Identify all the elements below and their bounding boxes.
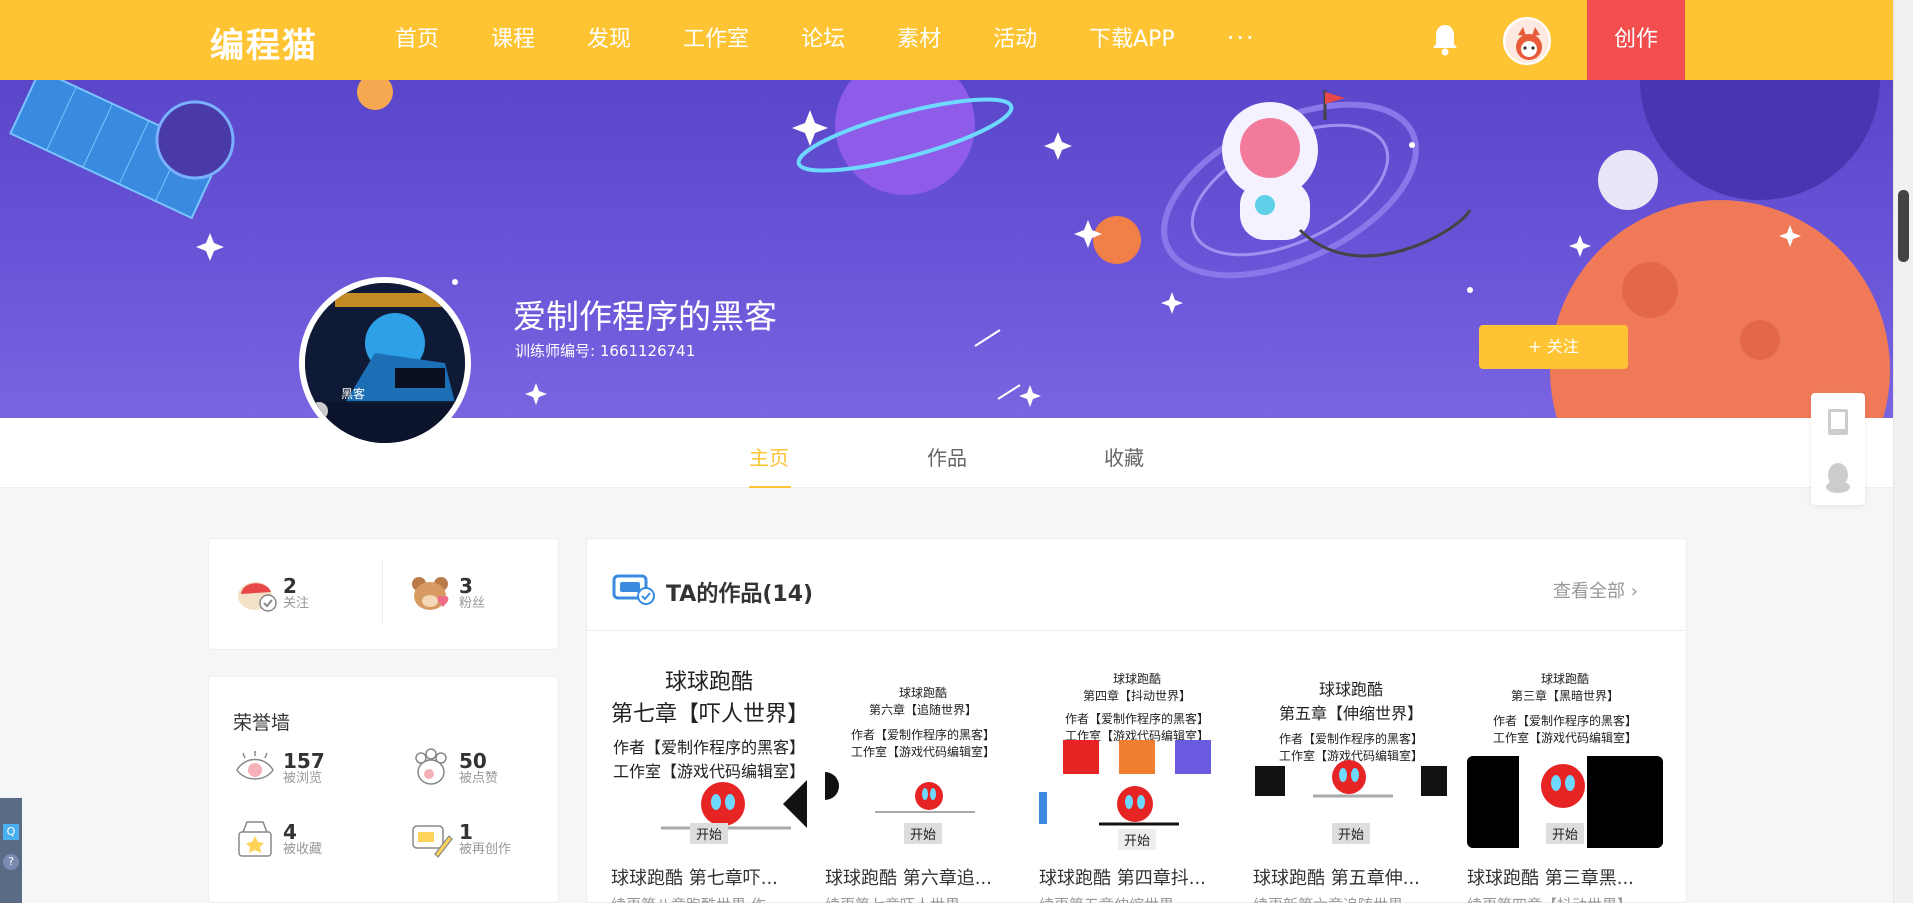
side-float-panel: [1811, 393, 1865, 505]
remix-pen-icon: [412, 825, 453, 858]
search-icon[interactable]: Q: [3, 824, 19, 840]
collects-count: 4: [283, 819, 297, 844]
likes-stat: 50 被点赞: [409, 748, 498, 788]
nav-events[interactable]: 活动: [993, 0, 1037, 80]
remix-stat: 1 被再创作: [409, 818, 511, 860]
qq-icon[interactable]: [1811, 453, 1865, 509]
work-card[interactable]: 球球跑酷 第七章【吓人世界】 作者【爱制作程序的黑客】 工作室【游戏代码编辑室】…: [611, 660, 807, 903]
remix-label: 被再创作: [459, 841, 512, 857]
work-title: 球球跑酷 第三章黑...: [1467, 868, 1634, 889]
work-description: 续更第八章跑酷世界 作: [611, 894, 807, 903]
nav-more-icon[interactable]: ···: [1227, 0, 1256, 80]
top-navbar: 编程猫 首页 课程 发现 工作室 论坛 素材 活动 下载APP ··· 创作: [0, 0, 1893, 80]
create-button[interactable]: 创作: [1587, 0, 1685, 80]
profile-tabs: 主页 作品 收藏: [0, 418, 1893, 488]
paw-like-icon: [415, 748, 447, 785]
collects-label: 被收藏: [283, 841, 323, 857]
scrollbar-thumb[interactable]: [1898, 190, 1909, 262]
remix-count: 1: [459, 819, 473, 844]
nav-home[interactable]: 首页: [395, 0, 439, 80]
tablet-icon[interactable]: [1811, 393, 1865, 449]
nav-forum[interactable]: 论坛: [801, 0, 845, 80]
views-count: 157: [283, 748, 325, 773]
avatar-caption: 黑客: [341, 387, 366, 401]
profile-name: 爱制作程序的黑客: [513, 297, 777, 336]
work-title: 球球跑酷 第四章抖...: [1039, 868, 1206, 889]
tab-works[interactable]: 作品: [927, 442, 967, 471]
likes-label: 被点赞: [459, 770, 499, 786]
tab-collections[interactable]: 收藏: [1104, 442, 1144, 471]
work-title: 球球跑酷 第五章伸...: [1253, 868, 1420, 889]
work-thumbnail: 球球跑酷 第五章【伸缩世界】 作者【爱制作程序的黑客】 工作室【游戏代码编辑室】…: [1253, 660, 1449, 854]
work-card[interactable]: 球球跑酷 第三章【黑暗世界】 作者【爱制作程序的黑客】 工作室【游戏代码编辑室】…: [1467, 660, 1663, 903]
profile-avatar[interactable]: 黑客: [299, 277, 471, 449]
nav-materials[interactable]: 素材: [897, 0, 941, 80]
social-divider: [382, 560, 383, 624]
fans-count: 3: [459, 573, 473, 598]
work-title: 球球跑酷 第六章追...: [825, 868, 992, 889]
following-stat[interactable]: 2 关注: [235, 572, 309, 614]
work-title: 球球跑酷 第七章吓...: [611, 868, 778, 889]
work-description: 续更第七章吓人世界: [825, 894, 1021, 903]
start-label: 开始: [1117, 829, 1157, 850]
nav-courses[interactable]: 课程: [491, 0, 535, 80]
main-nav: 首页 课程 发现 工作室 论坛 素材 活动 下载APP ···: [395, 0, 1256, 80]
collects-stat: 4 被收藏: [233, 818, 322, 860]
work-thumbnail: 球球跑酷 第四章【抖动世界】 作者【爱制作程序的黑客】 工作室【游戏代码编辑室】…: [1039, 660, 1235, 854]
likes-count: 50: [459, 748, 487, 773]
views-label: 被浏览: [283, 770, 323, 786]
work-thumbnail: 球球跑酷 第七章【吓人世界】 作者【爱制作程序的黑客】 工作室【游戏代码编辑室】…: [611, 660, 807, 854]
following-label: 关注: [283, 595, 310, 611]
work-card[interactable]: 球球跑酷 第五章【伸缩世界】 作者【爱制作程序的黑客】 工作室【游戏代码编辑室】…: [1253, 660, 1449, 903]
start-label: 开始: [1545, 823, 1585, 844]
works-separator: [587, 630, 1686, 631]
work-description: 续更第五章伸缩世界: [1039, 894, 1235, 903]
nav-studio[interactable]: 工作室: [683, 0, 749, 80]
work-thumbnail: 球球跑酷 第六章【追随世界】 作者【爱制作程序的黑客】 工作室【游戏代码编辑室】…: [825, 660, 1021, 854]
start-label: 开始: [1331, 823, 1371, 844]
page-scrollbar[interactable]: [1893, 0, 1913, 903]
eye-icon: [236, 751, 274, 780]
views-stat: 157 被浏览: [233, 748, 325, 788]
start-label: 开始: [689, 823, 729, 844]
fans-label: 粉丝: [459, 595, 486, 611]
work-card[interactable]: 球球跑酷 第六章【追随世界】 作者【爱制作程序的黑客】 工作室【游戏代码编辑室】…: [825, 660, 1021, 903]
profile-banner: 爱制作程序的黑客 训练师编号: 1661126741 + 关注: [0, 80, 1893, 418]
works-title: TA的作品(14): [666, 582, 814, 607]
tab-home[interactable]: 主页: [749, 442, 789, 471]
left-tool-widget[interactable]: Q ?: [0, 798, 22, 903]
trainer-id: 训练师编号: 1661126741: [515, 342, 696, 360]
following-count: 2: [283, 573, 297, 598]
chevron-right-icon: ›: [1625, 581, 1638, 602]
fans-stat[interactable]: 3 粉丝: [409, 572, 485, 614]
view-all-link[interactable]: 查看全部 ›: [1553, 577, 1638, 603]
user-avatar[interactable]: [1503, 17, 1551, 65]
fans-icon: [412, 577, 449, 610]
follow-button[interactable]: + 关注: [1479, 325, 1628, 369]
work-description: 续更新第六章追随世界: [1253, 894, 1449, 903]
following-icon: [238, 582, 277, 612]
work-card[interactable]: 球球跑酷 第四章【抖动世界】 作者【爱制作程序的黑客】 工作室【游戏代码编辑室】…: [1039, 660, 1235, 903]
nav-discover[interactable]: 发现: [587, 0, 631, 80]
work-thumbnail: 球球跑酷 第三章【黑暗世界】 作者【爱制作程序的黑客】 工作室【游戏代码编辑室】…: [1467, 660, 1663, 854]
start-label: 开始: [903, 823, 943, 844]
nav-download-app[interactable]: 下载APP: [1089, 0, 1175, 80]
honor-title: 荣誉墙: [233, 712, 291, 734]
help-icon[interactable]: ?: [3, 854, 19, 870]
active-tab-indicator: [749, 486, 791, 488]
bell-icon[interactable]: [1430, 22, 1460, 56]
work-description: 续更第四章【抖动世界】: [1467, 894, 1663, 903]
collect-box-icon: [238, 821, 272, 857]
site-logo[interactable]: 编程猫: [210, 18, 318, 67]
works-icon: [612, 574, 655, 605]
